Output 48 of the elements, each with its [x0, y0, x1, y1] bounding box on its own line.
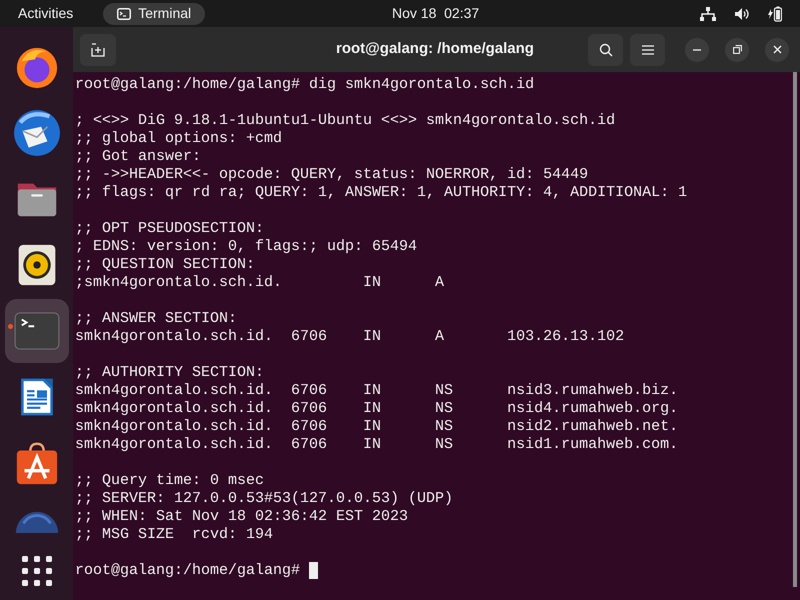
close-icon [772, 45, 782, 54]
clock[interactable]: Nov 18 02:37 [392, 3, 480, 24]
volume-icon[interactable] [734, 6, 750, 20]
terminal-line: ; EDNS: version: 0, flags:; udp: 65494 [75, 238, 418, 256]
terminal-line: ;; global options: +cmd [75, 130, 282, 148]
terminal-line: ;; Got answer: [75, 148, 202, 166]
search-button[interactable] [588, 34, 623, 66]
minimize-button[interactable] [685, 38, 709, 62]
dock-item[interactable] [20, 555, 52, 587]
terminal-icon [14, 312, 60, 350]
terminal-line: ;; SERVER: 127.0.0.53#53(127.0.0.53) (UDP) [75, 490, 454, 508]
window-title: root@galang: /home/galang [336, 39, 534, 60]
terminal-icon [117, 8, 132, 20]
menu-button[interactable] [630, 34, 665, 66]
terminal-line: root@galang:/home/galang# dig smkn4gorontalo.sch.id [75, 76, 534, 94]
terminal-line: ;; AUTHORITY SECTION: [75, 364, 264, 382]
minimize-icon [693, 48, 701, 50]
terminal-line: ;smkn4gorontalo.sch.id. IN A [75, 274, 444, 292]
app-menu-button[interactable]: Terminal [103, 2, 206, 24]
terminal-line: smkn4gorontalo.sch.id. 6706 IN NS nsid1.rumahweb.com. [75, 436, 678, 454]
terminal-line: ;; WHEN: Sat Nov 18 02:36:42 EST 2023 [75, 508, 408, 526]
terminal-line: smkn4gorontalo.sch.id. 6706 IN NS nsid3.rumahweb.biz. [75, 382, 678, 400]
terminal-line: ;; QUESTION SECTION: [75, 256, 256, 274]
search-icon [598, 42, 612, 56]
dock-item[interactable] [12, 108, 62, 158]
terminal-line: ; <<>> DiG 9.18.1-1ubuntu1-Ubuntu <<>> smkn4gorontalo.sch.id [75, 112, 616, 130]
terminal-line: ;; ->>HEADER<<- opcode: QUERY, status: NOERROR, id: 54449 [75, 166, 588, 184]
scrollbar[interactable] [793, 72, 797, 587]
terminal-line: ;; MSG SIZE rcvd: 194 [75, 526, 274, 544]
network-icon[interactable] [700, 6, 716, 20]
terminal-line: root@galang:/home/galang# [75, 562, 302, 580]
terminal-line: ;; OPT PSEUDOSECTION: [75, 220, 264, 238]
restore-icon [732, 45, 742, 54]
battery-icon[interactable] [768, 6, 782, 22]
envelope-icon [12, 108, 62, 158]
terminal-line: ;; Query time: 0 msec [75, 472, 264, 490]
terminal-line: smkn4gorontalo.sch.id. 6706 IN NS nsid4.rumahweb.org. [75, 400, 678, 418]
terminal-line: smkn4gorontalo.sch.id. 6706 IN A 103.26.13.102 [75, 328, 624, 346]
new-tab-button[interactable] [80, 34, 116, 66]
add-tab-icon [91, 42, 105, 56]
terminal-line: ;; flags: qr rd ra; QUERY: 1, ANSWER: 1, AUTHORITY: 4, ADDITIONAL: 1 [75, 184, 688, 202]
menu-icon [642, 44, 654, 54]
app-grid-icon [20, 555, 52, 587]
maximize-button[interactable] [725, 38, 749, 62]
activities-button[interactable]: Activities [18, 3, 74, 24]
close-button[interactable] [765, 38, 789, 62]
terminal-line: ;; ANSWER SECTION: [75, 310, 238, 328]
terminal-line: smkn4gorontalo.sch.id. 6706 IN NS nsid2.rumahweb.net. [75, 418, 678, 436]
